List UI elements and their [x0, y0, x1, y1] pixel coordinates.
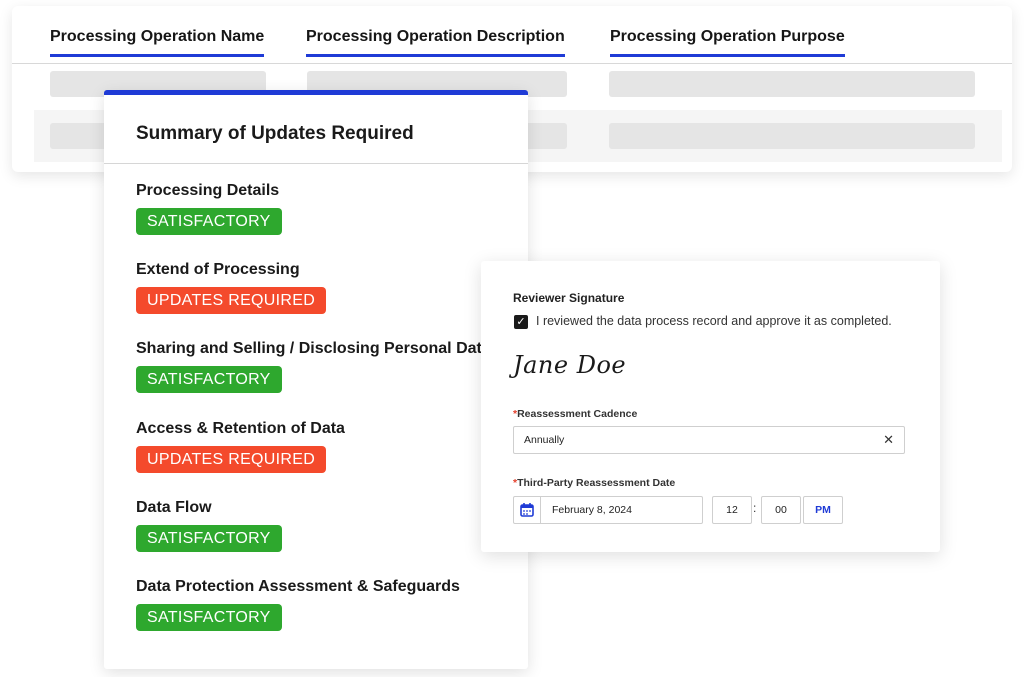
reviewer-card: Reviewer Signature ✓ I reviewed the data…	[481, 261, 940, 552]
column-header-name[interactable]: Processing Operation Name	[50, 28, 265, 57]
section-title: Data Flow	[136, 499, 212, 516]
status-badge: SATISFACTORY	[136, 208, 282, 235]
close-icon[interactable]: ✕	[883, 432, 894, 448]
approval-checkbox[interactable]: ✓	[514, 315, 528, 329]
summary-divider	[104, 163, 528, 164]
reassessment-cadence-select[interactable]: Annually ✕	[513, 426, 905, 454]
section-data-protection: Data Protection Assessment & Safeguards …	[136, 578, 460, 631]
section-processing-details: Processing Details SATISFACTORY	[136, 182, 282, 235]
column-header-description[interactable]: Processing Operation Description	[306, 28, 565, 57]
status-badge: SATISFACTORY	[136, 604, 282, 631]
date-value: February 8, 2024	[552, 504, 632, 516]
summary-title: Summary of Updates Required	[136, 123, 414, 144]
summary-card: Summary of Updates Required Processing D…	[104, 90, 528, 669]
status-badge: SATISFACTORY	[136, 525, 282, 552]
section-title: Data Protection Assessment & Safeguards	[136, 578, 460, 595]
section-title: Processing Details	[136, 182, 280, 199]
signature: Jane Doe	[513, 351, 627, 379]
status-badge: SATISFACTORY	[136, 366, 282, 393]
ampm-toggle-button[interactable]: PM	[803, 496, 843, 524]
section-title: Sharing and Selling / Disclosing Persona…	[136, 340, 491, 357]
section-extend-of-processing: Extend of Processing UPDATES REQUIRED	[136, 261, 327, 314]
calendar-icon[interactable]	[514, 497, 541, 523]
reassessment-cadence-label: *Reassessment Cadence	[513, 408, 637, 420]
section-data-flow: Data Flow SATISFACTORY	[136, 499, 282, 552]
section-access-retention: Access & Retention of Data UPDATES REQUI…	[136, 420, 345, 473]
date-input[interactable]: February 8, 2024	[513, 496, 703, 524]
status-badge: UPDATES REQUIRED	[136, 446, 327, 473]
section-title: Extend of Processing	[136, 261, 300, 278]
reviewer-signature-label: Reviewer Signature	[513, 291, 625, 305]
label-text: Third-Party Reassessment Date	[517, 477, 676, 489]
status-badge: UPDATES REQUIRED	[136, 287, 327, 314]
column-header-purpose[interactable]: Processing Operation Purpose	[610, 28, 845, 57]
reassessment-date-label: *Third-Party Reassessment Date	[513, 477, 675, 489]
hour-input[interactable]: 12	[712, 496, 752, 524]
skeleton-cell	[609, 71, 975, 97]
approval-text: I reviewed the data process record and a…	[536, 314, 892, 328]
select-value: Annually	[524, 434, 565, 446]
section-title: Access & Retention of Data	[136, 420, 345, 437]
header-divider	[12, 63, 1012, 64]
minute-input[interactable]: 00	[761, 496, 801, 524]
skeleton-cell	[609, 123, 975, 149]
label-text: Reassessment Cadence	[517, 408, 638, 420]
section-sharing-and-selling: Sharing and Selling / Disclosing Persona…	[136, 340, 491, 393]
time-separator: :	[753, 501, 757, 515]
